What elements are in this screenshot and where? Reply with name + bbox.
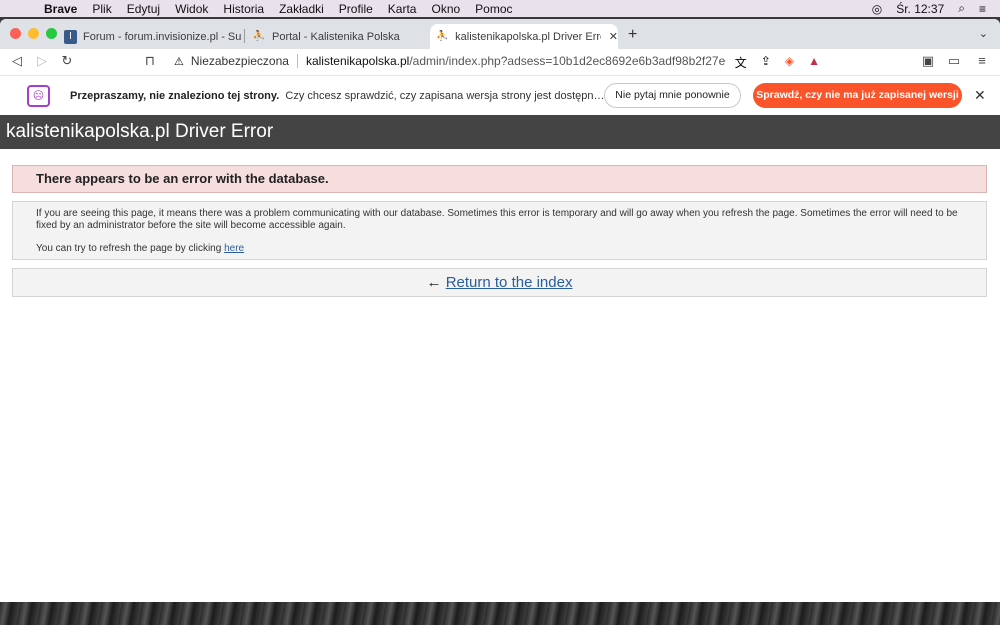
tab-title: kalistenikapolska.pl Driver Error	[455, 30, 601, 43]
error-message-box: If you are seeing this page, it means th…	[12, 201, 987, 260]
menu-item-profiles[interactable]: Profile	[339, 2, 373, 16]
tab-strip: I Forum - forum.invisionize.pl - Supp ⛹ …	[0, 19, 1000, 49]
menu-item-history[interactable]: Historia	[223, 2, 264, 16]
bookmark-icon[interactable]: ⊓	[142, 53, 158, 69]
address-bar[interactable]: ⚠ Niezabezpieczona kalistenikapolska.pl/…	[168, 51, 830, 71]
page-content: kalistenikapolska.pl Driver Error There …	[0, 115, 1000, 602]
share-icon[interactable]: ⇪	[761, 54, 771, 71]
sidebar-icon[interactable]: ▣	[920, 53, 936, 69]
error-description: If you are seeing this page, it means th…	[36, 208, 958, 231]
wifi-icon[interactable]: ◎	[872, 2, 882, 16]
tab-forum[interactable]: I Forum - forum.invisionize.pl - Supp	[58, 24, 242, 49]
page-not-found-infobar: ☹ Przepraszamy, nie znaleziono tej stron…	[0, 75, 1000, 115]
error-title: There appears to be an error with the da…	[12, 165, 987, 193]
tab-search-chevron-icon[interactable]: ⌄	[979, 27, 988, 40]
site-icon: ⛹	[252, 31, 266, 42]
menu-item-bookmarks[interactable]: Zakładki	[279, 2, 324, 16]
refresh-link[interactable]: here	[224, 243, 244, 254]
return-box: ← Return to the index	[12, 268, 987, 297]
security-label[interactable]: Niezabezpieczona	[191, 54, 289, 68]
brave-rewards-icon[interactable]: ▲	[808, 54, 820, 71]
infobar-bold-text: Przepraszamy, nie znaleziono tej strony.	[70, 90, 280, 102]
close-infobar-icon[interactable]: ✕	[974, 87, 986, 104]
menu-item-file[interactable]: Plik	[92, 2, 111, 16]
tab-portal[interactable]: ⛹ Portal - Kalistenika Polska	[246, 24, 426, 49]
reload-icon[interactable]: ↻	[59, 53, 75, 69]
zoom-window-button[interactable]	[46, 28, 57, 39]
menu-app-name[interactable]: Brave	[44, 2, 77, 16]
infobar-text: Czy chcesz sprawdzić, czy zapisana wersj…	[285, 90, 605, 102]
mac-menubar: Brave Plik Edytuj Widok Historia Zakładk…	[0, 0, 1000, 17]
url-text[interactable]: kalistenikapolska.pl/admin/index.php?ads…	[306, 54, 726, 68]
minimize-window-button[interactable]	[28, 28, 39, 39]
close-tab-icon[interactable]: ✕	[609, 30, 618, 43]
url-path: /admin/index.php?adsess=10b1d2ec8692e6b3…	[409, 54, 726, 68]
browser-toolbar: ◁ ▷ ↻ ⊓ ⚠ Niezabezpieczona kalistenikapo…	[0, 49, 1000, 73]
tab-title: Forum - forum.invisionize.pl - Supp	[83, 30, 242, 43]
desktop-wallpaper	[0, 602, 1000, 625]
menu-item-help[interactable]: Pomoc	[475, 2, 512, 16]
check-saved-version-button[interactable]: Sprawdź, czy nie ma już zapisanej wersji	[753, 83, 962, 108]
left-arrow-icon: ←	[426, 274, 442, 291]
control-center-icon[interactable]: ≡	[979, 2, 986, 16]
menu-item-edit[interactable]: Edytuj	[127, 2, 160, 16]
dont-ask-again-button[interactable]: Nie pytaj mnie ponownie	[604, 83, 741, 108]
return-to-index-link[interactable]: Return to the index	[446, 274, 573, 291]
close-window-button[interactable]	[10, 28, 21, 39]
refresh-text: You can try to refresh the page by click…	[36, 243, 245, 254]
translate-icon[interactable]: 文	[735, 54, 747, 71]
brave-shields-icon[interactable]: ◈	[785, 54, 794, 71]
spotlight-search-icon[interactable]: ⌕	[958, 1, 965, 16]
site-icon: ⛹	[436, 31, 449, 42]
menu-item-tab[interactable]: Karta	[388, 2, 417, 16]
back-icon[interactable]: ◁	[9, 53, 25, 69]
menu-item-view[interactable]: Widok	[175, 2, 208, 16]
new-tab-button[interactable]: +	[628, 26, 637, 44]
menu-item-window[interactable]: Okno	[431, 2, 460, 16]
tab-title: Portal - Kalistenika Polska	[272, 30, 400, 43]
browser-window: I Forum - forum.invisionize.pl - Supp ⛹ …	[0, 19, 1000, 602]
menu-icon[interactable]: ≡	[974, 53, 990, 68]
sad-page-icon: ☹	[27, 85, 50, 107]
page-title: kalistenikapolska.pl Driver Error	[0, 115, 1000, 149]
menubar-clock[interactable]: Śr. 12:37	[896, 2, 944, 16]
tab-driver-error[interactable]: ⛹ kalistenikapolska.pl Driver Error ✕	[430, 24, 618, 49]
wallet-icon[interactable]: ▭	[946, 53, 962, 69]
invision-icon: I	[64, 29, 78, 44]
warning-icon[interactable]: ⚠	[174, 55, 184, 68]
url-domain: kalistenikapolska.pl	[305, 54, 410, 68]
forward-icon[interactable]: ▷	[34, 53, 50, 69]
infobar-message: Przepraszamy, nie znaleziono tej strony.…	[70, 90, 605, 102]
window-controls	[10, 28, 64, 39]
